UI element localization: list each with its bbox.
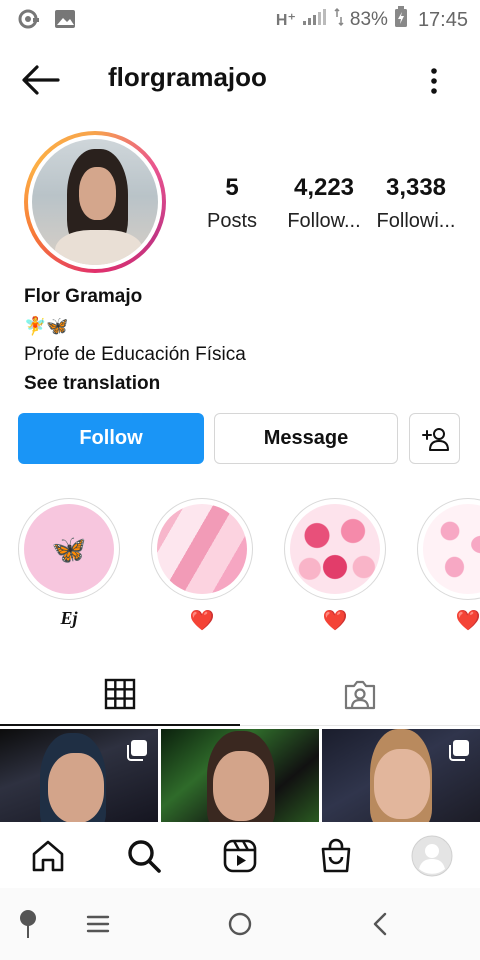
- add-person-icon: [421, 427, 449, 451]
- reels-icon: [223, 839, 257, 873]
- profile-bio: Flor Gramajo 🧚🦋 Profe de Educación Físic…: [24, 286, 464, 398]
- profile-header-bar: florgramajoo: [0, 56, 480, 104]
- highlight-item[interactable]: ❤️: [417, 498, 480, 632]
- tab-posts-grid[interactable]: [0, 664, 240, 726]
- post-thumbnail[interactable]: [322, 729, 480, 822]
- signal-icon: [302, 8, 328, 32]
- highlight-cover: [151, 498, 253, 600]
- menu-lines-icon: [86, 915, 110, 933]
- home-system-button[interactable]: [220, 908, 260, 940]
- highlight-cover: [417, 498, 480, 600]
- avatar-inner: [28, 135, 162, 269]
- highlight-item[interactable]: ❤️: [151, 498, 253, 632]
- follow-button[interactable]: Follow: [18, 413, 204, 464]
- story-highlights: 🦋 Ej ❤️ ❤️ ❤️: [0, 498, 480, 638]
- bio-text: Profe de Educación Física: [24, 344, 246, 365]
- message-button[interactable]: Message: [214, 413, 398, 464]
- followers-stat[interactable]: 4,223 Follow...: [282, 174, 366, 233]
- data-arrows-icon: [334, 7, 344, 33]
- pin-icon: [20, 910, 36, 938]
- profile-avatar[interactable]: [24, 131, 166, 273]
- highlight-cover: 🦋: [18, 498, 120, 600]
- followers-count: 4,223: [293, 174, 355, 201]
- recent-apps-button[interactable]: [78, 908, 118, 940]
- home-icon: [32, 840, 64, 872]
- highlight-label: ❤️: [189, 610, 215, 632]
- bio-emoji-line: 🧚🦋: [24, 316, 69, 336]
- post-thumbnail[interactable]: [161, 729, 319, 822]
- highlight-item[interactable]: 🦋 Ej: [18, 498, 120, 632]
- status-bar: H⁺ 83% 17:45: [0, 0, 480, 38]
- highlight-item[interactable]: ❤️: [284, 498, 386, 632]
- tab-tagged[interactable]: [240, 664, 480, 726]
- posts-count: 5: [225, 174, 239, 201]
- nav-search[interactable]: [120, 834, 168, 878]
- post-thumbnail[interactable]: [0, 729, 158, 822]
- clock: 17:45: [417, 8, 468, 31]
- followers-label: Follow...: [287, 210, 361, 232]
- display-name: Flor Gramajo: [24, 286, 143, 307]
- search-icon: [128, 840, 161, 873]
- profile-tabs: [0, 664, 480, 726]
- assistant-button[interactable]: [8, 908, 48, 940]
- posts-stat[interactable]: 5 Posts: [194, 174, 270, 233]
- vpn-icon: [18, 8, 40, 35]
- nav-profile[interactable]: [408, 834, 456, 878]
- highlight-label: Ej: [60, 608, 78, 628]
- chevron-left-icon: [373, 912, 387, 936]
- nav-shop[interactable]: [312, 834, 360, 878]
- status-icons-right: H⁺ 83% 17:45: [276, 6, 468, 34]
- following-stat[interactable]: 3,338 Followi...: [374, 174, 458, 233]
- posts-grid: [0, 729, 480, 822]
- profile-actions: Follow Message: [18, 413, 462, 465]
- bottom-navigation: [0, 822, 480, 888]
- following-label: Followi...: [376, 210, 456, 232]
- back-button[interactable]: [20, 62, 64, 98]
- status-icons-left: [18, 8, 76, 35]
- nav-home[interactable]: [24, 834, 72, 878]
- more-vertical-icon: [431, 68, 437, 94]
- multiple-photos-icon: [449, 740, 469, 761]
- back-system-button[interactable]: [360, 908, 400, 940]
- more-options-button[interactable]: [424, 64, 444, 98]
- battery-icon: [394, 6, 408, 34]
- avatar-photo: [32, 139, 158, 265]
- posts-label: Posts: [206, 210, 258, 232]
- following-count: 3,338: [385, 174, 447, 201]
- highlight-cover: [284, 498, 386, 600]
- profile-avatar-icon: [411, 835, 453, 877]
- profile-stats: 5 Posts 4,223 Follow... 3,338 Followi...: [190, 174, 460, 244]
- system-navigation-bar: [0, 888, 480, 960]
- suggested-users-button[interactable]: [409, 413, 460, 464]
- highlight-label: ❤️: [322, 610, 348, 632]
- network-type: H⁺: [275, 12, 296, 29]
- butterfly-icon: 🦋: [51, 533, 87, 565]
- see-translation-link[interactable]: See translation: [24, 370, 464, 398]
- battery-percent: 83%: [349, 9, 388, 30]
- multiple-photos-icon: [127, 740, 147, 761]
- circle-home-icon: [228, 912, 252, 936]
- tagged-person-icon: [344, 680, 376, 710]
- gallery-icon: [54, 9, 76, 34]
- grid-icon: [104, 678, 136, 710]
- highlight-label: ❤️: [455, 610, 480, 632]
- nav-reels[interactable]: [216, 834, 264, 878]
- back-arrow-icon: [22, 65, 60, 95]
- shop-bag-icon: [321, 838, 351, 873]
- profile-username: florgramajoo: [108, 62, 267, 92]
